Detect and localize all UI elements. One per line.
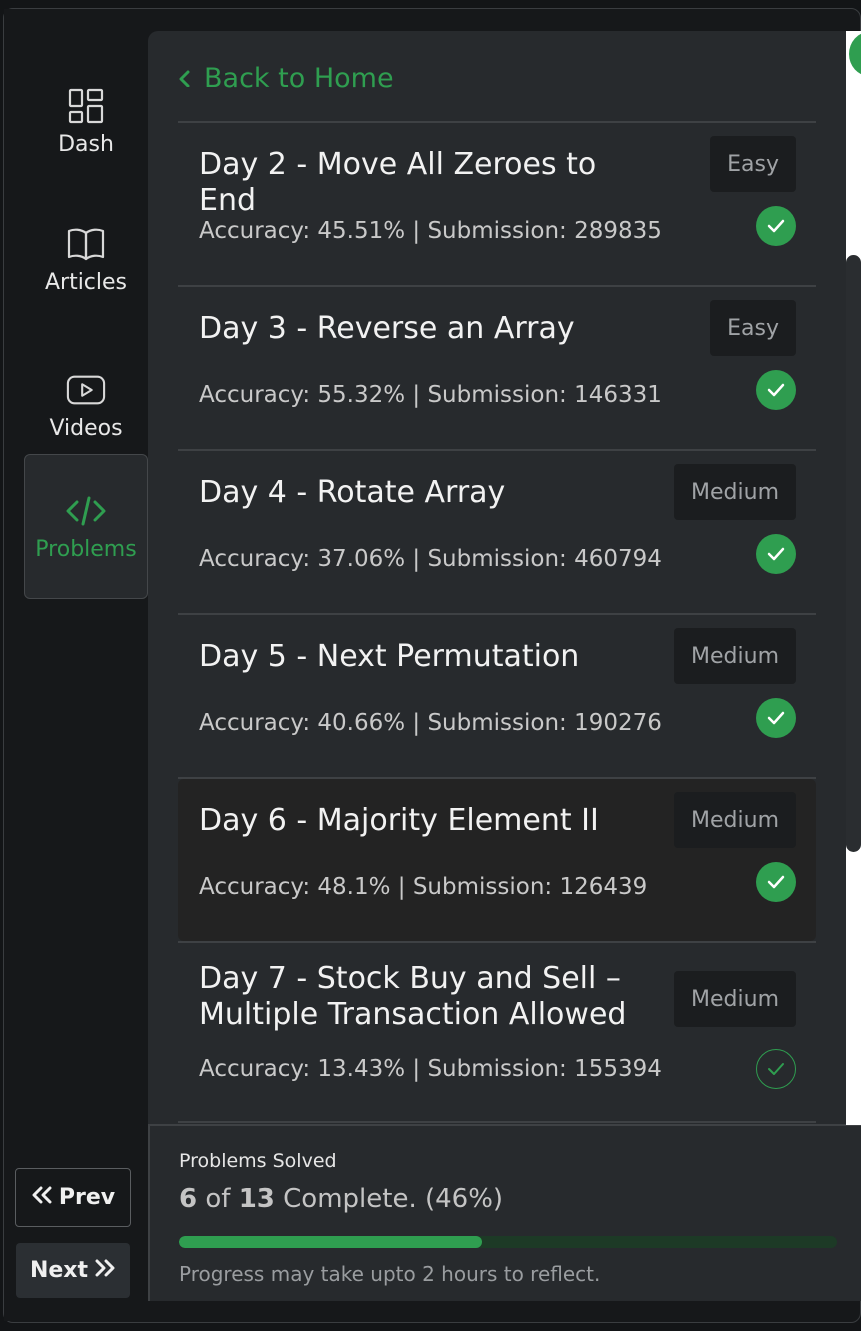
check-circle-icon — [756, 862, 796, 902]
problem-title[interactable]: Day 3 - Reverse an Array — [199, 311, 649, 347]
scrollbar-thumb[interactable] — [846, 255, 861, 852]
problem-stats: Accuracy: 45.51% | Submission: 289835 — [199, 218, 662, 244]
next-button[interactable]: Next — [16, 1243, 130, 1298]
problem-title[interactable]: Day 6 - Majority Element II — [199, 803, 649, 839]
sidebar-item-articles[interactable]: Articles — [24, 187, 148, 332]
book-icon — [66, 224, 106, 264]
problem-item-day-7[interactable]: Day 7 - Stock Buy and Sell – Multiple Tr… — [178, 943, 816, 1121]
problem-stats: Accuracy: 40.66% | Submission: 190276 — [199, 710, 662, 736]
next-label: Next — [29, 1258, 89, 1283]
progress-summary: 6 of 13 Complete. (46%) — [179, 1184, 503, 1214]
difficulty-badge: Easy — [710, 136, 796, 192]
double-chevron-left-icon — [31, 1185, 53, 1210]
problem-item-day-5[interactable]: Day 5 - Next Permutation Medium Accuracy… — [178, 615, 816, 777]
back-to-home-label: Back to Home — [204, 63, 394, 94]
check-circle-icon — [756, 534, 796, 574]
double-chevron-right-icon — [94, 1258, 116, 1283]
problem-item-day-4[interactable]: Day 4 - Rotate Array Medium Accuracy: 37… — [178, 451, 816, 613]
of-word: of — [205, 1184, 231, 1214]
progress-suffix: Complete. (46%) — [283, 1184, 504, 1214]
progress-note: Progress may take upto 2 hours to reflec… — [179, 1262, 601, 1286]
total-count: 13 — [238, 1184, 275, 1214]
check-circle-outline-icon — [756, 1049, 796, 1089]
sidebar: Dash Articles Videos Problems — [4, 9, 148, 1321]
problem-title[interactable]: Day 5 - Next Permutation — [199, 639, 649, 675]
progress-bar — [179, 1236, 837, 1248]
difficulty-badge: Medium — [674, 628, 796, 684]
difficulty-badge: Medium — [674, 971, 796, 1027]
play-icon — [66, 370, 106, 410]
sidebar-item-dash[interactable]: Dash — [24, 49, 148, 194]
sidebar-item-label: Dash — [58, 132, 114, 157]
problem-title[interactable]: Day 4 - Rotate Array — [199, 475, 649, 511]
problem-title[interactable]: Day 7 - Stock Buy and Sell – Multiple Tr… — [199, 961, 649, 1033]
problem-item-day-6[interactable]: Day 6 - Majority Element II Medium Accur… — [178, 779, 816, 941]
progress-label: Problems Solved — [179, 1150, 337, 1172]
divider — [178, 1121, 816, 1123]
prev-label: Prev — [58, 1185, 116, 1210]
sidebar-item-label: Problems — [35, 537, 137, 562]
sidebar-item-label: Videos — [49, 416, 123, 441]
chevron-left-icon — [178, 63, 190, 94]
check-circle-icon — [756, 698, 796, 738]
problem-item-day-2[interactable]: Day 2 - Move All Zeroes to End Easy Accu… — [178, 123, 816, 285]
difficulty-badge: Medium — [674, 792, 796, 848]
difficulty-badge: Medium — [674, 464, 796, 520]
sidebar-item-problems[interactable]: Problems — [24, 454, 148, 599]
progress-footer: Problems Solved 6 of 13 Complete. (46%) … — [148, 1124, 861, 1301]
dashboard-icon — [66, 86, 106, 126]
problem-stats: Accuracy: 37.06% | Submission: 460794 — [199, 546, 662, 572]
sidebar-item-label: Articles — [44, 270, 128, 295]
problem-stats: Accuracy: 55.32% | Submission: 146331 — [199, 382, 662, 408]
solved-count: 6 — [179, 1184, 198, 1214]
difficulty-badge: Easy — [710, 300, 796, 356]
problem-stats: Accuracy: 13.43% | Submission: 155394 — [199, 1056, 662, 1082]
problem-item-day-3[interactable]: Day 3 - Reverse an Array Easy Accuracy: … — [178, 287, 816, 449]
check-circle-icon — [756, 206, 796, 246]
code-icon — [66, 491, 106, 531]
problem-title[interactable]: Day 2 - Move All Zeroes to End — [199, 147, 649, 219]
problems-panel: Back to Home Day 2 - Move All Zeroes to … — [148, 31, 861, 1301]
back-to-home-link[interactable]: Back to Home — [178, 63, 394, 94]
check-circle-icon — [756, 370, 796, 410]
problem-list: Day 2 - Move All Zeroes to End Easy Accu… — [178, 121, 816, 1123]
progress-bar-fill — [179, 1236, 482, 1248]
problem-stats: Accuracy: 48.1% | Submission: 126439 — [199, 874, 648, 900]
prev-button[interactable]: Prev — [15, 1168, 131, 1227]
